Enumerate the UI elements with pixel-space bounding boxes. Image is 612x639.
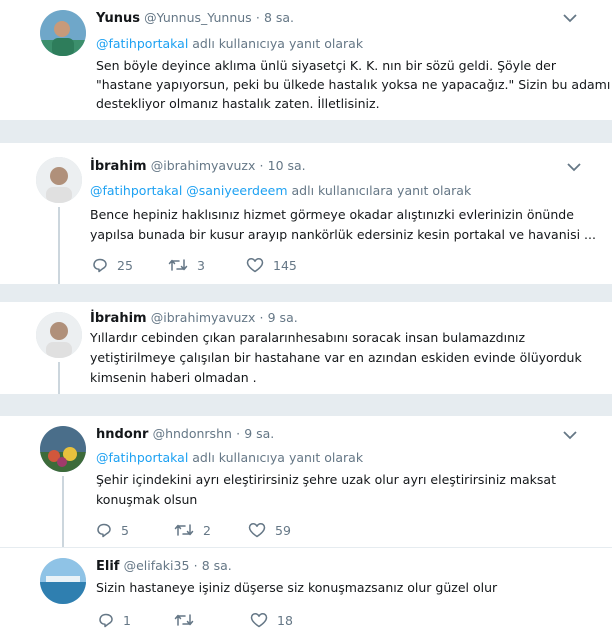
avatar[interactable]: [40, 558, 86, 604]
retweet-button[interactable]: [174, 612, 203, 628]
reply-context-label: adlı kullanıcıya yanıt olarak: [188, 450, 364, 465]
tweet-time[interactable]: 9 sa.: [244, 426, 274, 441]
tweet-line: yetiştirilmeye çalışılan bir hastahane v…: [90, 350, 582, 365]
avatar[interactable]: [36, 157, 82, 203]
tweet-text: Yıllardır cebinden çıkan paralarınhesabı…: [90, 328, 582, 388]
user-name[interactable]: Elif: [96, 559, 119, 574]
reply-button[interactable]: 5: [96, 522, 129, 538]
tweet-line: kimsenin haberi olmadan .: [90, 370, 257, 385]
tweet-line: "hastane yapıyorsun, peki bu ülkede hast…: [96, 77, 611, 92]
user-handle[interactable]: @elifaki35: [124, 558, 190, 573]
tweet-line: Sen böyle deyince aklıma ünlü siyasetçi …: [96, 58, 556, 73]
separator-dot: ·: [259, 158, 264, 173]
reply-icon: [97, 523, 111, 538]
tweet-line: Şehir içindekini ayrı eleştirirsiniz şeh…: [96, 472, 556, 487]
user-handle[interactable]: @ibrahimyavuzx: [151, 158, 256, 173]
reply-context: @fatihportakal adlı kullanıcıya yanıt ol…: [96, 36, 363, 51]
like-count: 145: [273, 257, 297, 273]
avatar[interactable]: [40, 426, 86, 472]
avatar[interactable]: [36, 312, 82, 358]
reply-button[interactable]: 25: [92, 257, 133, 273]
mention-link[interactable]: @fatihportakal: [96, 450, 188, 465]
tweet-time[interactable]: 10 sa.: [268, 158, 306, 173]
tweet-time[interactable]: 9 sa.: [268, 310, 298, 325]
tweet-text: Bence hepiniz haklısınız hizmet görmeye …: [90, 205, 596, 245]
like-icon: [246, 258, 264, 273]
tweet-text: Şehir içindekini ayrı eleştirirsiniz şeh…: [96, 470, 556, 510]
chevron-down-icon[interactable]: [562, 429, 578, 441]
separator-dot: ·: [259, 310, 264, 325]
thread-line: [58, 362, 60, 394]
user-handle[interactable]: @hndonrshn: [153, 426, 232, 441]
separator-dot: ·: [255, 10, 260, 25]
reply-count: 1: [123, 612, 131, 628]
tweet-time[interactable]: 8 sa.: [264, 10, 294, 25]
retweet-count: 3: [197, 257, 205, 273]
mention-link[interactable]: @fatihportakal @saniyeerdeem: [90, 183, 288, 198]
tweet-card[interactable]: İbrahim @ibrahimyavuzx · 10 sa. @fatihpo…: [0, 143, 612, 284]
chevron-down-icon[interactable]: [562, 12, 578, 24]
thread-line: [58, 207, 60, 284]
thread-line: [62, 476, 64, 547]
tweet-line: destekliyor olmanız hastalık zaten. İlle…: [96, 96, 380, 111]
user-name[interactable]: Yunus: [96, 11, 140, 26]
like-button[interactable]: 18: [250, 612, 293, 628]
tweet-line: Yıllardır cebinden çıkan paralarınhesabı…: [90, 330, 526, 345]
reply-context: @fatihportakal @saniyeerdeem adlı kullan…: [90, 183, 471, 198]
user-handle[interactable]: @ibrahimyavuzx: [151, 310, 256, 325]
reply-button[interactable]: 1: [98, 612, 131, 628]
reply-icon: [99, 613, 113, 628]
tweet-card[interactable]: hndonr @hndonrshn · 9 sa. @fatihportakal…: [0, 416, 612, 547]
reply-context: @fatihportakal adlı kullanıcıya yanıt ol…: [96, 450, 363, 465]
retweet-icon: [174, 524, 194, 536]
reply-count: 5: [121, 522, 129, 538]
like-icon: [250, 613, 268, 628]
retweet-button[interactable]: 2: [174, 522, 211, 538]
retweet-count: 2: [203, 522, 211, 538]
tweet-line: yapılsa bunada bir kusur arayıp nankörlü…: [90, 227, 596, 242]
tweet-card[interactable]: Elif @elifaki35 · 8 sa. Sizin hastaneye …: [0, 547, 612, 639]
reply-context-label: adlı kullanıcıya yanıt olarak: [188, 36, 364, 51]
tweet-time[interactable]: 8 sa.: [202, 558, 232, 573]
separator-dot: ·: [193, 558, 198, 573]
user-name[interactable]: İbrahim: [90, 311, 147, 326]
tweet-text: Sizin hastaneye işiniz düşerse siz konuş…: [96, 578, 497, 597]
retweet-icon: [168, 259, 188, 271]
separator-dot: ·: [236, 426, 241, 441]
like-icon: [248, 523, 266, 538]
avatar[interactable]: [40, 10, 86, 56]
user-name[interactable]: İbrahim: [90, 159, 147, 174]
tweet-card[interactable]: Yunus @Yunnus_Yunnus · 8 sa. @fatihporta…: [0, 0, 612, 120]
like-button[interactable]: 59: [248, 522, 291, 538]
tweet-line: Bence hepiniz haklısınız hizmet görmeye …: [90, 207, 574, 222]
tweet-line: konuşmak olsun: [96, 492, 198, 507]
reply-icon: [93, 258, 107, 273]
chevron-down-icon[interactable]: [566, 161, 582, 173]
like-button[interactable]: 145: [246, 257, 297, 273]
like-count: 59: [275, 522, 291, 538]
user-handle[interactable]: @Yunnus_Yunnus: [144, 10, 252, 25]
tweet-line: Sizin hastaneye işiniz düşerse siz konuş…: [96, 580, 498, 595]
reply-context-label: adlı kullanıcılara yanıt olarak: [287, 183, 472, 198]
reply-count: 25: [117, 257, 133, 273]
tweet-card[interactable]: İbrahim @ibrahimyavuzx · 9 sa. Yıllardır…: [0, 302, 612, 394]
tweet-text: Sen böyle deyince aklıma ünlü siyasetçi …: [96, 56, 610, 113]
retweet-icon: [174, 614, 194, 626]
mention-link[interactable]: @fatihportakal: [96, 36, 188, 51]
retweet-button[interactable]: 3: [168, 257, 205, 273]
like-count: 18: [277, 612, 293, 628]
user-name[interactable]: hndonr: [96, 427, 148, 442]
